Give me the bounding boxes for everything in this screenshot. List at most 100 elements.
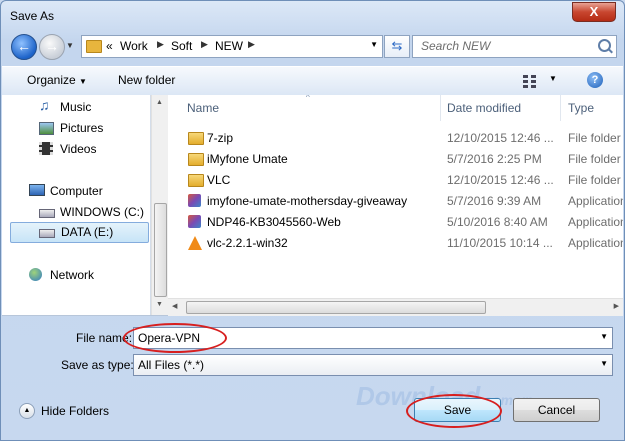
music-icon: ♫ <box>39 97 50 113</box>
organize-label: Organize <box>27 73 76 87</box>
breadcrumb-soft[interactable]: Soft <box>171 39 192 53</box>
file-name: iMyfone Umate <box>207 152 288 166</box>
address-bar[interactable]: « Work ▶ Soft ▶ NEW ▶ ▼ <box>81 35 383 58</box>
file-list: ^ Name Date modified Type 7-zip 12/10/20… <box>168 95 623 315</box>
navigation-pane: ♫ Music Pictures Videos Computer WINDOWS… <box>2 95 151 315</box>
file-date: 5/7/2016 9:39 AM <box>447 194 542 208</box>
new-folder-button[interactable]: New folder <box>118 73 175 87</box>
file-row[interactable]: 7-zip 12/10/2015 12:46 ... File folder <box>168 128 623 149</box>
folder-icon <box>188 153 204 166</box>
file-date: 11/10/2015 10:14 ... <box>447 236 553 250</box>
scrollbar-thumb[interactable] <box>186 301 486 314</box>
save-as-dialog: Save As X ← → ▼ « Work ▶ Soft ▶ NEW ▶ ▼ … <box>0 0 625 441</box>
cancel-button[interactable]: Cancel <box>513 398 600 422</box>
file-type: File folder <box>568 152 621 166</box>
file-type: File folder <box>568 131 621 145</box>
file-row[interactable]: iMyfone Umate 5/7/2016 2:25 PM File fold… <box>168 149 623 170</box>
command-bar: Organize ▼ New folder ▼ ? <box>2 66 623 96</box>
browser-area: ♫ Music Pictures Videos Computer WINDOWS… <box>2 95 623 316</box>
file-date: 12/10/2015 12:46 ... <box>447 173 554 187</box>
file-row[interactable]: imyfone-umate-mothersday-giveaway 5/7/20… <box>168 191 623 212</box>
chevron-right-icon[interactable]: ▶ <box>157 39 164 50</box>
file-list-scrollbar[interactable]: ◀ ▶ <box>168 298 623 316</box>
file-date: 12/10/2015 12:46 ... <box>447 131 554 145</box>
title-bar[interactable]: Save As X <box>1 1 624 31</box>
scrollbar-thumb[interactable] <box>154 203 167 297</box>
search-icon[interactable] <box>598 39 611 52</box>
help-icon[interactable]: ? <box>587 72 603 88</box>
installer-icon <box>188 215 201 228</box>
file-name-value: Opera-VPN <box>138 331 201 345</box>
hide-folders-label: Hide Folders <box>41 404 110 418</box>
folder-icon <box>188 174 204 187</box>
nav-item-label: Pictures <box>60 121 104 135</box>
back-button[interactable]: ← <box>11 34 37 60</box>
chevron-down-icon[interactable]: ▼ <box>370 40 378 49</box>
breadcrumb-work[interactable]: Work <box>120 39 148 53</box>
column-divider[interactable] <box>560 95 561 121</box>
save-as-type-value: All Files (*.*) <box>138 358 205 372</box>
installer-icon <box>188 194 201 207</box>
search-input[interactable]: Search NEW <box>412 35 617 58</box>
nav-item-data-e[interactable]: DATA (E:) <box>10 222 149 243</box>
nav-item-label: DATA (E:) <box>61 225 114 239</box>
file-date: 5/10/2016 8:40 AM <box>447 215 548 229</box>
column-header-date[interactable]: Date modified <box>447 101 521 115</box>
file-type: Application <box>568 236 623 250</box>
scroll-down-icon[interactable]: ▼ <box>156 301 163 308</box>
refresh-button[interactable]: ⇆ <box>384 35 410 58</box>
chevron-down-icon: ▼ <box>79 77 87 86</box>
column-header-name[interactable]: Name <box>187 101 219 115</box>
save-button[interactable]: Save <box>414 398 501 422</box>
file-name-field[interactable]: Opera-VPN ▼ <box>133 327 613 349</box>
chevron-right-icon[interactable]: ▶ <box>248 39 255 50</box>
column-header-type[interactable]: Type <box>568 101 594 115</box>
nav-item-music[interactable]: ♫ Music <box>39 97 144 118</box>
nav-pane-scrollbar[interactable]: ▲ ▼ <box>151 95 168 315</box>
videos-icon <box>39 142 53 155</box>
file-name: vlc-2.2.1-win32 <box>207 236 288 250</box>
recent-pages-dropdown-icon[interactable]: ▼ <box>66 41 74 50</box>
nav-item-videos[interactable]: Videos <box>39 140 144 160</box>
breadcrumb-new[interactable]: NEW <box>215 39 243 53</box>
column-divider[interactable] <box>440 95 441 121</box>
scroll-right-icon[interactable]: ▶ <box>614 302 619 310</box>
file-name: NDP46-KB3045560-Web <box>207 215 341 229</box>
breadcrumb-overflow[interactable]: « <box>106 39 113 53</box>
drive-icon <box>39 209 55 218</box>
view-options-icon[interactable] <box>523 75 539 88</box>
save-as-type-select[interactable]: All Files (*.*) ▼ <box>133 354 613 376</box>
organize-button[interactable]: Organize ▼ <box>27 73 87 87</box>
nav-item-network[interactable]: Network <box>29 266 144 286</box>
nav-item-pictures[interactable]: Pictures <box>39 119 144 139</box>
nav-item-label: Videos <box>60 142 97 156</box>
close-button[interactable]: X <box>572 2 616 22</box>
window-title: Save As <box>10 9 55 23</box>
folder-icon <box>188 132 204 145</box>
forward-button[interactable]: → <box>39 34 65 60</box>
scroll-up-icon[interactable]: ▲ <box>156 99 163 106</box>
scroll-left-icon[interactable]: ◀ <box>172 302 177 310</box>
file-type: Application <box>568 215 623 229</box>
chevron-down-icon[interactable]: ▼ <box>549 74 557 83</box>
chevron-down-icon: ▼ <box>600 359 608 368</box>
vlc-cone-icon <box>188 236 202 250</box>
nav-item-computer[interactable]: Computer <box>29 182 144 202</box>
nav-item-label: WINDOWS (C:) <box>60 205 144 219</box>
chevron-up-icon: ▲ <box>19 403 35 419</box>
pictures-icon <box>39 122 54 135</box>
chevron-right-icon[interactable]: ▶ <box>201 39 208 50</box>
file-row[interactable]: vlc-2.2.1-win32 11/10/2015 10:14 ... App… <box>168 233 623 254</box>
file-type: Application <box>568 194 623 208</box>
nav-item-label: Computer <box>50 184 103 198</box>
file-type: File folder <box>568 173 621 187</box>
file-row[interactable]: VLC 12/10/2015 12:46 ... File folder <box>168 170 623 191</box>
nav-item-windows-c[interactable]: WINDOWS (C:) <box>39 203 144 223</box>
save-as-type-label: Save as type: <box>61 358 134 372</box>
file-row[interactable]: NDP46-KB3045560-Web 5/10/2016 8:40 AM Ap… <box>168 212 623 233</box>
file-name: VLC <box>207 173 231 187</box>
sort-ascending-icon: ^ <box>306 95 310 102</box>
chevron-down-icon[interactable]: ▼ <box>600 332 608 341</box>
network-icon <box>29 268 42 281</box>
nav-item-label: Network <box>50 268 95 282</box>
